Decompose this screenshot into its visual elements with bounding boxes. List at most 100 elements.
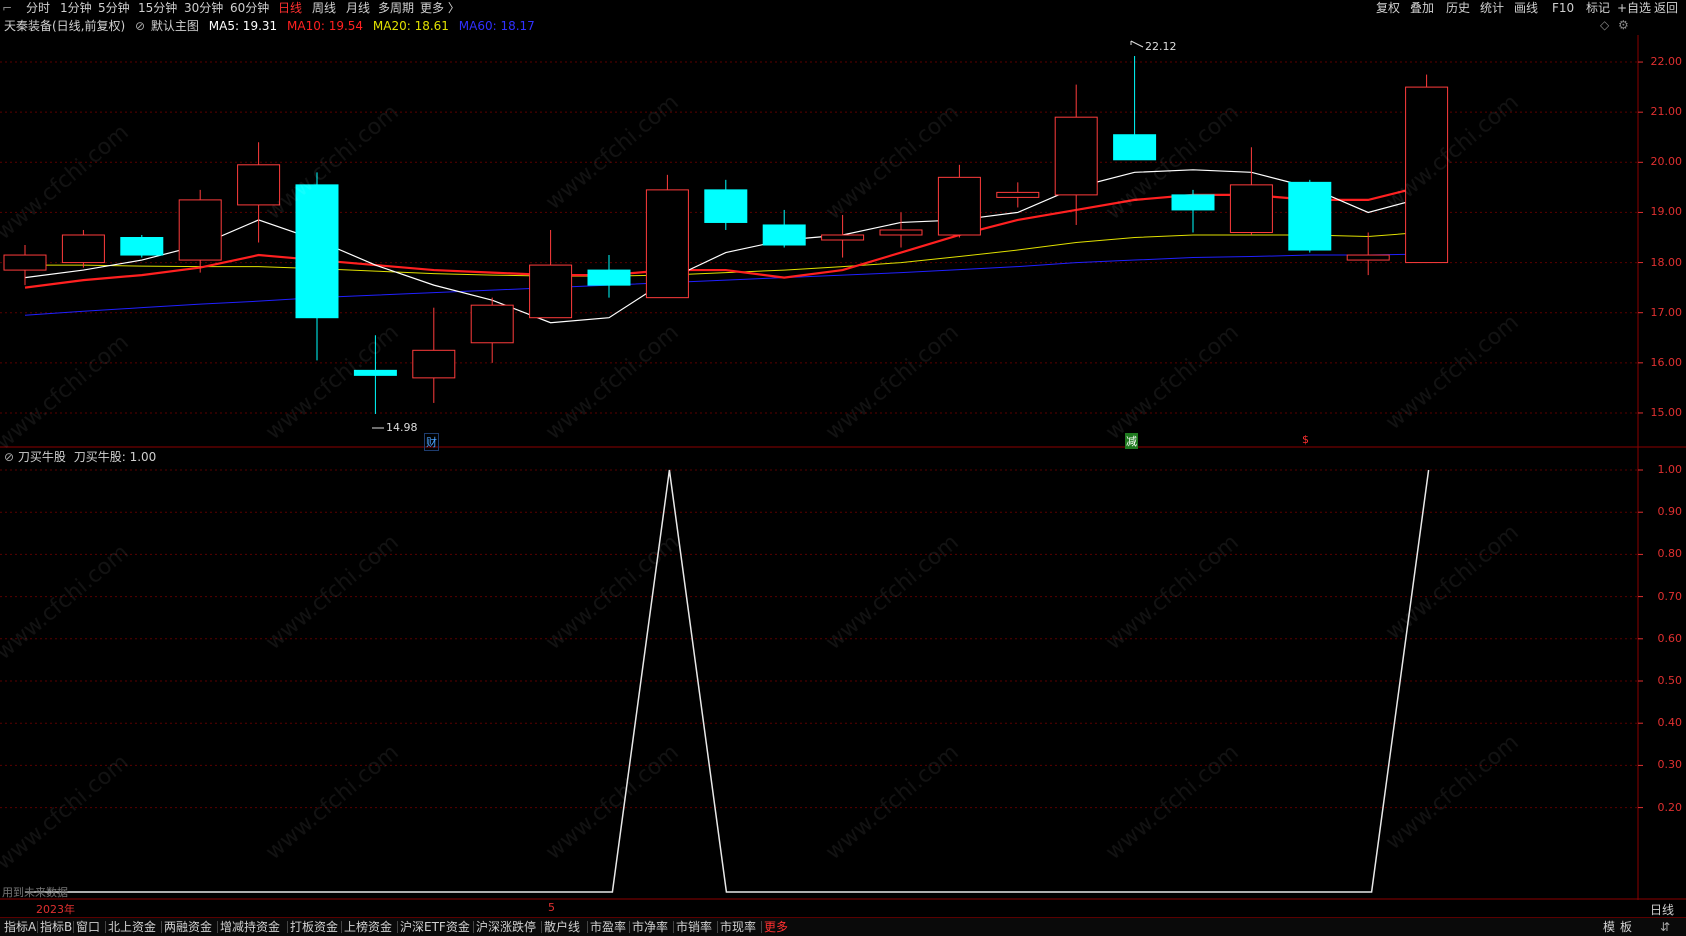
indicator-tab-3[interactable]: 北上资金 [108, 918, 156, 936]
indicator-axis-label: 0.90 [1657, 505, 1683, 519]
candle-body-down [1171, 194, 1215, 211]
high-price-label: 22.12 [1145, 40, 1177, 53]
candle [237, 142, 281, 243]
tab-separator [673, 921, 674, 933]
candle-body-up [3, 254, 47, 271]
candle-body-up [1054, 116, 1098, 196]
candle-body-down [762, 224, 806, 246]
candle-body-up [1229, 184, 1273, 233]
tab-separator [761, 921, 762, 933]
candle-body-up [821, 234, 865, 241]
price-axis-label: 21.00 [1650, 105, 1683, 119]
tab-separator [287, 921, 288, 933]
candle [1171, 189, 1215, 233]
price-axis-label: 16.00 [1650, 355, 1683, 369]
indicator-tab-15[interactable]: 更多 [764, 918, 788, 936]
candle [587, 255, 631, 298]
period-label[interactable]: 日线 [1650, 901, 1674, 918]
candle-body-down [587, 269, 631, 286]
candle [3, 245, 47, 286]
ma60-line [24, 253, 1427, 316]
indicator-tab-14[interactable]: 市现率 [720, 918, 756, 936]
candle [1054, 84, 1098, 225]
scroll-handle-icon[interactable]: ⇵ [1660, 918, 1670, 936]
board-button[interactable]: 板 [1620, 918, 1632, 936]
indicator-tab-1[interactable]: 指标B [40, 918, 72, 936]
high-marker-arrow [1130, 40, 1144, 48]
candle [470, 297, 514, 363]
indicator-tab-11[interactable]: 市盈率 [590, 918, 626, 936]
candle-body-down [295, 184, 339, 319]
indicator-tab-13[interactable]: 市销率 [676, 918, 712, 936]
future-data-note: 用到未来数据 [2, 886, 68, 899]
tab-separator [473, 921, 474, 933]
candle-body-up [529, 264, 573, 319]
candle-body-up [996, 191, 1040, 198]
indicator-value: 刀买牛股: 1.00 [73, 450, 157, 464]
indicator-name[interactable]: 刀买牛股 [18, 450, 66, 464]
indicator-infobar: ⊘ 刀买牛股 刀买牛股: 1.00 [4, 449, 156, 465]
candle-body-up [412, 349, 456, 379]
tab-separator [73, 921, 74, 933]
candle [412, 307, 456, 403]
candle [1288, 179, 1332, 253]
indicator-axis-label: 0.30 [1657, 758, 1683, 772]
indicator-axis-label: 0.70 [1657, 589, 1683, 603]
candle [178, 189, 222, 273]
earnings-marker[interactable]: 财 [424, 433, 439, 451]
candle-body-down [704, 189, 748, 223]
tab-separator [587, 921, 588, 933]
indicator-axis-label: 0.50 [1657, 674, 1683, 687]
indicator-tab-6[interactable]: 打板资金 [290, 918, 338, 936]
candle-body-down [120, 237, 164, 256]
mode-button[interactable]: 模 [1603, 918, 1615, 936]
tab-separator [629, 921, 630, 933]
indicator-tab-10[interactable]: 散户线 [544, 918, 580, 936]
indicator-axis-label: 0.80 [1657, 547, 1683, 561]
candle-body-up [879, 229, 923, 236]
indicator-tabbar: 指标A 指标B 窗口 北上资金 两融资金 增减持资金 打板资金 上榜资金 沪深ETF资金 沪深涨跌… [0, 917, 1686, 936]
candle [1229, 147, 1273, 235]
tab-separator [541, 921, 542, 933]
indicator-tab-5[interactable]: 增减持资金 [220, 918, 280, 936]
candle-body-up [470, 304, 514, 344]
candle [120, 234, 164, 258]
candle-body-up [178, 199, 222, 261]
candle-body-down [1288, 181, 1332, 251]
candle-body-up [1346, 254, 1390, 261]
candle [879, 212, 923, 248]
dollar-marker[interactable]: $ [1302, 433, 1309, 446]
indicator-tab-4[interactable]: 两融资金 [164, 918, 212, 936]
price-axis-label: 19.00 [1650, 205, 1683, 219]
indicator-tab-8[interactable]: 沪深ETF资金 [400, 918, 470, 936]
indicator-axis-label: 1.00 [1657, 463, 1683, 476]
year-label: 2023年 [36, 903, 75, 916]
candle [645, 174, 689, 299]
indicator-axis-label: 0.60 [1657, 631, 1683, 645]
indicator-tab-9[interactable]: 沪深涨跌停 [476, 918, 536, 936]
candle [762, 209, 806, 248]
price-axis-label: 20.00 [1650, 155, 1683, 169]
month-label: 5 [548, 901, 555, 914]
price-axis-label: 18.00 [1650, 255, 1683, 269]
candle [61, 229, 105, 268]
candle-body-up [645, 189, 689, 299]
tab-separator [161, 921, 162, 933]
candle [1113, 56, 1157, 161]
candle [1346, 232, 1390, 276]
indicator-axis-label: 0.40 [1657, 716, 1683, 730]
indicator-tab-12[interactable]: 市净率 [632, 918, 668, 936]
tab-separator [717, 921, 718, 933]
price-axis-label: 22.00 [1650, 55, 1683, 69]
tab-separator [105, 921, 106, 933]
candle [821, 214, 865, 258]
tab-separator [217, 921, 218, 933]
low-price-label: 14.98 [386, 421, 418, 434]
indicator-tab-7[interactable]: 上榜资金 [344, 918, 392, 936]
tab-separator [37, 921, 38, 933]
candle [996, 182, 1040, 208]
candle-body-up [61, 234, 105, 264]
indicator-tab-2[interactable]: 窗口 [76, 918, 100, 936]
candle [704, 179, 748, 230]
indicator-tab-0[interactable]: 指标A [4, 918, 36, 936]
